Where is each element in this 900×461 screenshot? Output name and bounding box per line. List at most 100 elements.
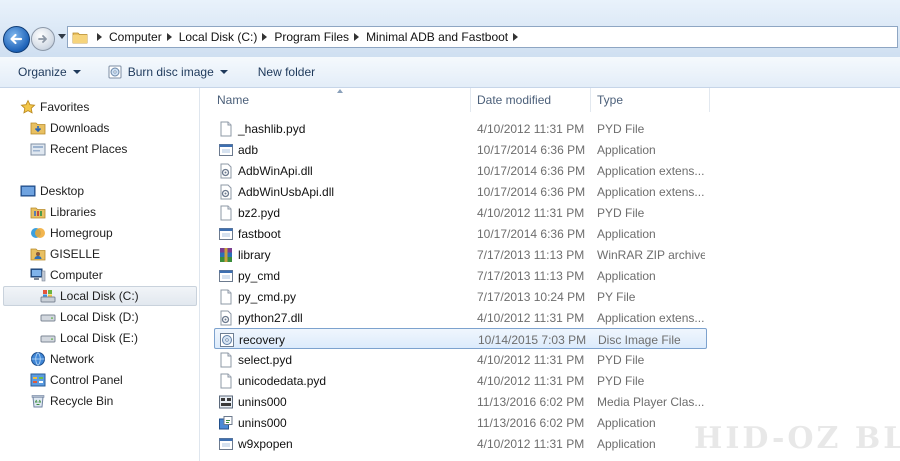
dll-file-icon [220, 163, 232, 178]
file-row[interactable]: python27.dll 4/10/2012 11:31 PM Applicatio… [214, 307, 707, 328]
dll-file-icon [220, 184, 232, 199]
file-name-cell: adb [218, 139, 468, 160]
file-row[interactable]: fastboot 10/17/2014 6:36 PM Application [214, 223, 707, 244]
breadcrumb-separator[interactable] [513, 33, 519, 41]
file-type: Application [597, 415, 656, 430]
file-type: PYD File [597, 352, 645, 367]
file-name: _hashlib.pyd [238, 121, 306, 136]
app-file-icon [219, 437, 233, 450]
file-row[interactable]: AdbWinApi.dll 10/17/2014 6:36 PM Applicati… [214, 160, 707, 181]
file-name-cell: w9xpopen [218, 433, 468, 454]
blank-file-icon [220, 205, 232, 220]
user-folder-icon [30, 248, 46, 260]
file-date-modified: 4/10/2012 11:31 PM [477, 373, 585, 388]
star-icon [20, 99, 36, 114]
file-row[interactable]: bz2.pyd 4/10/2012 11:31 PM PYD File [214, 202, 707, 223]
nav-local-disk-c-label: Local Disk (C:) [60, 288, 139, 303]
file-row[interactable]: library 7/17/2013 11:13 PM WinRAR ZIP arch… [214, 244, 707, 265]
file-row[interactable]: unicodedata.pyd 4/10/2012 11:31 PM PYD Fil… [214, 370, 707, 391]
nav-desktop-label: Desktop [40, 183, 85, 198]
file-row[interactable]: py_cmd.py 7/17/2013 10:24 PM PY File [214, 286, 707, 307]
file-name-cell: python27.dll [218, 307, 468, 328]
file-type: Application [597, 436, 656, 451]
file-date-modified: 4/10/2012 11:31 PM [477, 436, 585, 451]
drive-icon [40, 314, 56, 321]
recent-pages-dropdown[interactable] [58, 34, 66, 39]
file-date-modified: 11/13/2016 6:02 PM [477, 415, 585, 430]
file-name-cell: unins000 [218, 391, 468, 412]
nav-network-label: Network [50, 351, 95, 366]
file-row[interactable]: select.pyd 4/10/2012 11:31 PM PYD File [214, 349, 707, 370]
file-date-modified: 11/13/2016 6:02 PM [477, 394, 585, 409]
nav-homegroup[interactable]: Homegroup [30, 222, 113, 243]
file-row[interactable]: adb 10/17/2014 6:36 PM Application [214, 139, 707, 160]
address-bar-area: Computer Local Disk (C:) Program Files M… [0, 0, 900, 57]
homegroup-icon [31, 227, 45, 238]
breadcrumb-minimal-adb[interactable]: Minimal ADB and Fastboot [366, 30, 508, 44]
system-drive-icon [40, 289, 56, 302]
breadcrumb-computer[interactable]: Computer [109, 30, 162, 44]
app-file-icon [219, 227, 233, 240]
file-type: PYD File [597, 121, 645, 136]
navigation-pane[interactable]: Favorites Downloads Recent Places Deskto… [0, 88, 200, 461]
new-folder-button[interactable]: New folder [250, 60, 323, 84]
nav-homegroup-label: Homegroup [50, 225, 113, 240]
file-type: Application [597, 142, 656, 157]
file-name: w9xpopen [238, 436, 293, 451]
file-name-cell: unicodedata.pyd [218, 370, 468, 391]
arrow-right-icon [38, 35, 47, 43]
breadcrumb-separator[interactable] [262, 33, 268, 41]
file-date-modified: 7/17/2013 11:13 PM [477, 268, 585, 283]
file-row[interactable]: unins000 11/13/2016 6:02 PM Application [214, 412, 707, 433]
nav-computer-label: Computer [50, 267, 103, 282]
file-type: Application extens... [597, 163, 705, 178]
nav-local-disk-d[interactable]: Local Disk (D:) [40, 306, 139, 327]
nav-local-disk-e[interactable]: Local Disk (E:) [40, 327, 138, 348]
file-row[interactable]: AdbWinUsbApi.dll 10/17/2014 6:36 PM Applic… [214, 181, 707, 202]
breadcrumb-local-disk-c[interactable]: Local Disk (C:) [179, 30, 258, 44]
column-header-name-label: Name [217, 93, 250, 107]
file-date-modified: 4/10/2012 11:31 PM [477, 121, 585, 136]
file-row[interactable]: _hashlib.pyd 4/10/2012 11:31 PM PYD File [214, 118, 707, 139]
file-row[interactable]: w9xpopen 4/10/2012 11:31 PM Application [214, 433, 707, 454]
back-button[interactable] [3, 26, 30, 53]
file-row[interactable]: py_cmd 7/17/2013 11:13 PM Application [214, 265, 707, 286]
file-row[interactable]: unins000 11/13/2016 6:02 PM Media Player C… [214, 391, 707, 412]
breadcrumb-program-files[interactable]: Program Files [274, 30, 349, 44]
downloads-folder-icon [30, 122, 46, 134]
nav-control-panel[interactable]: Control Panel [30, 369, 123, 390]
organize-button[interactable]: Organize [10, 60, 89, 84]
file-name: fastboot [238, 226, 281, 241]
nav-favorites[interactable]: Favorites [20, 96, 89, 117]
file-name-cell: recovery [219, 329, 469, 350]
nav-local-disk-e-label: Local Disk (E:) [60, 330, 139, 345]
file-type: PY File [597, 289, 636, 304]
breadcrumb-separator[interactable] [354, 33, 360, 41]
file-row[interactable]: recovery 10/14/2015 7:03 PM Disc Image Fil… [214, 328, 707, 349]
folder-icon [72, 32, 88, 44]
nav-recent-places[interactable]: Recent Places [30, 138, 127, 159]
nav-giselle[interactable]: GISELLE [30, 243, 100, 264]
nav-libraries[interactable]: Libraries [30, 201, 96, 222]
nav-favorites-label: Favorites [40, 99, 90, 114]
breadcrumb-separator[interactable] [97, 33, 102, 41]
libraries-icon [30, 207, 46, 218]
breadcrumb-separator[interactable] [166, 33, 172, 41]
column-header-date-modified[interactable]: Date modified [471, 88, 591, 112]
file-type: Application extens... [597, 310, 705, 325]
nav-computer[interactable]: Computer [30, 264, 103, 285]
nav-local-disk-d-label: Local Disk (D:) [60, 309, 139, 324]
nav-downloads[interactable]: Downloads [30, 117, 109, 138]
column-header-type[interactable]: Type [591, 88, 710, 112]
nav-desktop[interactable]: Desktop [20, 180, 84, 201]
file-type: Application extens... [597, 184, 705, 199]
nav-giselle-label: GISELLE [50, 246, 101, 261]
nav-network[interactable]: Network [30, 348, 94, 369]
file-name: unins000 [238, 394, 287, 409]
address-field[interactable]: Computer Local Disk (C:) Program Files M… [67, 26, 898, 48]
nav-local-disk-c[interactable]: Local Disk (C:) [40, 285, 139, 306]
burn-disc-image-button[interactable]: Burn disc image [99, 60, 236, 84]
nav-recycle-bin[interactable]: Recycle Bin [30, 390, 113, 411]
file-name: AdbWinApi.dll [238, 163, 313, 178]
forward-button[interactable] [31, 27, 55, 51]
